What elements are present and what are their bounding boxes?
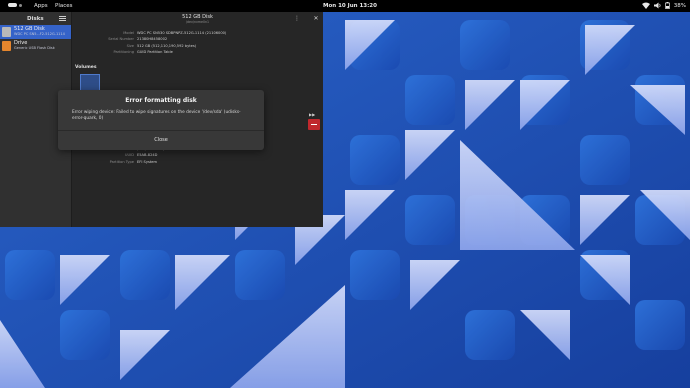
usb-drive-icon [2, 41, 11, 51]
property-row: Partition Type EFI System [72, 159, 323, 165]
activities-button[interactable] [8, 3, 22, 7]
wifi-icon [641, 2, 650, 9]
close-icon[interactable]: ✕ [312, 15, 320, 23]
stop-volume-button[interactable] [308, 119, 320, 130]
dialog-message: Error wiping device: Failed to wipe sign… [72, 110, 241, 121]
header-bar: 512 GB Disk /dev/nvme0n1 ⋮ ✕ [72, 12, 323, 25]
property-value: GUID Partition Table [137, 49, 173, 54]
sidebar-header: Disks [0, 12, 71, 25]
property-row: Partitioning GUID Partition Table [72, 49, 323, 55]
workspace-indicator [19, 3, 22, 7]
drive-model: WDC PC SN5...F2-512G-1114 [14, 32, 65, 36]
hamburger-menu-icon[interactable] [59, 16, 66, 21]
property-value: EFI System [137, 159, 157, 164]
workspace-active-indicator [8, 3, 17, 7]
hard-disk-icon [2, 27, 11, 37]
top-bar: Apps Places Mon 10 Jun 13:20 38% [0, 0, 690, 12]
drive-item-512gb[interactable]: 512 GB Disk WDC PC SN5...F2-512G-1114 [0, 25, 71, 39]
kebab-menu-icon[interactable]: ⋮ [293, 15, 301, 23]
property-key: Partition Type [109, 159, 134, 164]
drive-model: Generic USB Flash Disk [14, 46, 55, 50]
sidebar-title: Disks [27, 15, 44, 22]
volume-play-icon[interactable]: ▶▶ [309, 112, 315, 117]
apps-menu[interactable]: Apps [34, 3, 48, 9]
close-button[interactable]: Close [58, 131, 264, 150]
disk-device-path: /dev/nvme0n1 [185, 20, 210, 24]
drive-item-usb[interactable]: Drive Generic USB Flash Disk [0, 39, 71, 53]
battery-icon [664, 2, 670, 9]
volumes-heading: Volumes [75, 65, 97, 70]
dialog-title: Error formatting disk [125, 97, 197, 104]
disk-properties: Model WDC PC SN530 SDBPNPZ-512G-1114 (21… [72, 30, 323, 55]
volume-icon [653, 2, 661, 9]
system-status-menu[interactable]: 38% [641, 2, 686, 9]
property-key: Partitioning [113, 49, 134, 54]
error-dialog: Error formatting disk Error wiping devic… [58, 90, 264, 150]
battery-percentage: 38% [673, 2, 686, 9]
clock[interactable]: Mon 10 Jun 13:20 [323, 3, 377, 9]
places-menu[interactable]: Places [55, 3, 73, 9]
